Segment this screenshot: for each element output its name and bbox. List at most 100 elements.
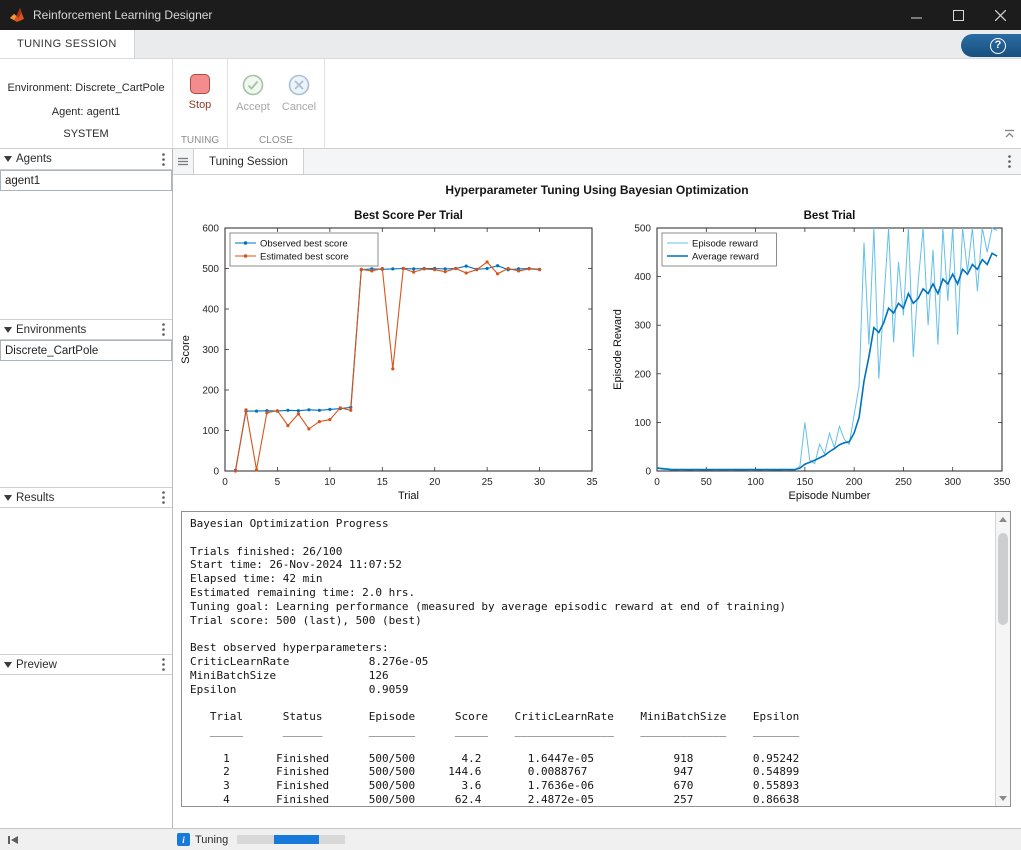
panel-title: Environments: [16, 324, 159, 336]
svg-text:100: 100: [202, 426, 219, 437]
preview-panel-body: [0, 675, 172, 828]
panel-title: Agents: [16, 153, 159, 165]
stop-button-label: Stop: [189, 99, 212, 111]
cancel-button[interactable]: Cancel: [276, 74, 322, 113]
maximize-icon: [953, 10, 964, 21]
svg-text:300: 300: [944, 477, 961, 488]
cancel-x-icon: [288, 74, 310, 96]
panel-header-results[interactable]: Results: [0, 487, 172, 508]
agents-panel-body: agent1: [0, 170, 172, 319]
panel-header-preview[interactable]: Preview: [0, 654, 172, 675]
best-trial-chart: 0501001502002503003500100200300400500Bes…: [609, 203, 1015, 503]
toolstrip-section-close: Accept Cancel CLOSE: [228, 59, 325, 148]
tuning-progress-bar: [237, 835, 345, 844]
panel-menu-icon[interactable]: [159, 323, 168, 336]
close-button[interactable]: [979, 0, 1021, 30]
svg-text:Score: Score: [180, 335, 192, 364]
panel-header-agents[interactable]: Agents: [0, 149, 172, 170]
svg-text:500: 500: [202, 264, 219, 275]
agent-label: Agent: agent1: [0, 100, 172, 124]
tab-tuning-session[interactable]: TUNING SESSION: [0, 30, 135, 58]
environment-list-item[interactable]: Discrete_CartPole: [0, 340, 172, 361]
svg-text:350: 350: [994, 477, 1011, 488]
minimize-button[interactable]: [895, 0, 937, 30]
info-icon: i: [177, 833, 190, 846]
svg-text:100: 100: [747, 477, 764, 488]
console-text: Bayesian Optimization Progress Trials fi…: [182, 512, 995, 806]
svg-text:0: 0: [222, 477, 228, 488]
svg-text:200: 200: [846, 477, 863, 488]
svg-text:100: 100: [634, 418, 651, 429]
svg-text:0: 0: [654, 477, 660, 488]
svg-text:150: 150: [797, 477, 814, 488]
close-icon: [995, 10, 1006, 21]
collapse-toolstrip-icon: [1004, 129, 1015, 139]
collapse-arrow-icon: [4, 662, 12, 668]
svg-text:400: 400: [202, 305, 219, 316]
scrollbar-track[interactable]: [996, 527, 1010, 791]
environments-panel-body: Discrete_CartPole: [0, 340, 172, 487]
document-tab-bar: Tuning Session: [173, 149, 1021, 175]
svg-text:10: 10: [324, 477, 336, 488]
agent-list-item[interactable]: agent1: [0, 170, 172, 191]
help-icon: ?: [990, 38, 1006, 54]
minimize-icon: [911, 10, 922, 21]
collapse-arrow-icon: [4, 327, 12, 333]
tuning-session-document: Hyperparameter Tuning Using Bayesian Opt…: [173, 175, 1021, 828]
help-button[interactable]: ?: [961, 34, 1021, 57]
svg-text:Best Score Per Trial: Best Score Per Trial: [354, 210, 463, 222]
environment-label: Environment: Discrete_CartPole: [0, 76, 172, 100]
restore-panel-button[interactable]: [7, 835, 19, 845]
document-menu-icon[interactable]: [998, 149, 1021, 174]
svg-text:0: 0: [213, 467, 219, 478]
cancel-button-label: Cancel: [282, 101, 316, 113]
scroll-up-icon[interactable]: [996, 512, 1010, 527]
app-window: Reinforcement Learning Designer TUNING S…: [0, 0, 1021, 850]
svg-text:600: 600: [202, 224, 219, 235]
results-panel-body: [0, 508, 172, 654]
svg-text:300: 300: [634, 321, 651, 332]
charts-row: 051015202530350100200300400500600Best Sc…: [173, 203, 1021, 503]
section-label-tuning: TUNING: [173, 135, 227, 146]
toolstrip-section-tuning: Stop TUNING: [173, 59, 228, 148]
svg-text:400: 400: [634, 272, 651, 283]
tab-tuning-session-document[interactable]: Tuning Session: [193, 149, 304, 174]
status-task-label: Tuning: [195, 834, 228, 846]
collapse-toolstrip-button[interactable]: [1004, 126, 1015, 144]
panel-menu-icon[interactable]: [159, 491, 168, 504]
collapse-arrow-icon: [4, 495, 12, 501]
console-scrollbar[interactable]: [995, 512, 1010, 806]
panel-header-environments[interactable]: Environments: [0, 319, 172, 340]
svg-text:30: 30: [534, 477, 546, 488]
collapse-arrow-icon: [4, 156, 12, 162]
title-bar: Reinforcement Learning Designer: [0, 0, 1021, 30]
svg-text:Episode reward: Episode reward: [692, 239, 758, 250]
accept-check-icon: [242, 74, 264, 96]
panel-menu-icon[interactable]: [159, 153, 168, 166]
progress-bar-fill: [274, 835, 319, 844]
panel-menu-icon[interactable]: [159, 658, 168, 671]
svg-text:Best Trial: Best Trial: [804, 210, 856, 222]
svg-text:5: 5: [275, 477, 281, 488]
section-label-system: SYSTEM: [0, 122, 172, 146]
matlab-app-icon: [9, 7, 25, 23]
svg-text:200: 200: [634, 369, 651, 380]
svg-text:500: 500: [634, 224, 651, 235]
accept-button-label: Accept: [236, 101, 270, 113]
document-bar-actions-icon[interactable]: [173, 149, 193, 174]
svg-text:20: 20: [429, 477, 441, 488]
svg-text:25: 25: [482, 477, 494, 488]
svg-text:Average reward: Average reward: [692, 252, 759, 263]
tuning-status-group: i Tuning: [177, 833, 345, 846]
scrollbar-thumb[interactable]: [998, 533, 1008, 625]
svg-text:Episode Number: Episode Number: [789, 490, 871, 502]
svg-text:Observed best score: Observed best score: [260, 239, 348, 250]
stop-button[interactable]: Stop: [177, 74, 223, 111]
svg-text:200: 200: [202, 386, 219, 397]
accept-button[interactable]: Accept: [230, 74, 276, 113]
maximize-button[interactable]: [937, 0, 979, 30]
status-bar: i Tuning: [0, 828, 1021, 850]
svg-text:Trial: Trial: [398, 490, 419, 502]
ribbon-tab-strip: TUNING SESSION ?: [0, 30, 1021, 59]
scroll-down-icon[interactable]: [996, 791, 1010, 806]
